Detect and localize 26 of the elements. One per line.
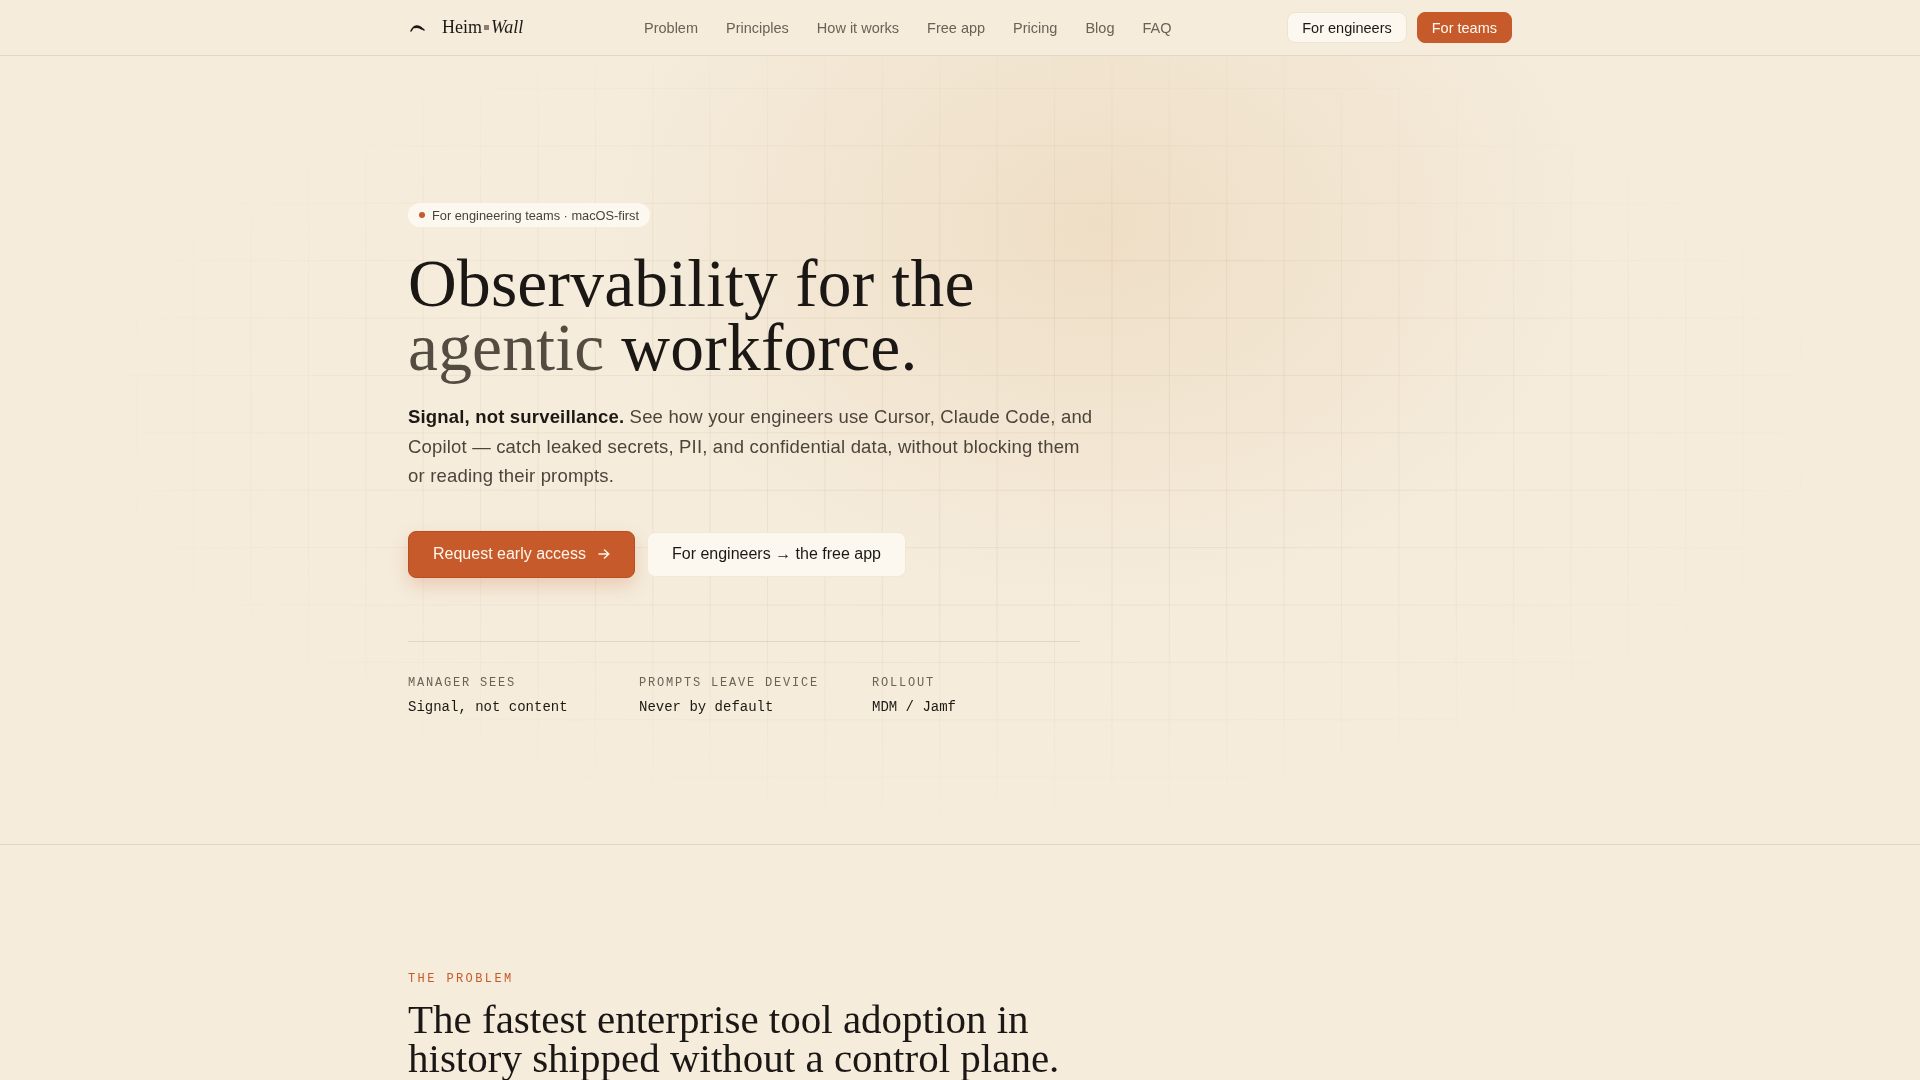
nav-link[interactable]: Free app [927, 19, 986, 36]
logo-text[interactable]: Wall [491, 17, 524, 38]
fact-label: PROMPTS LEAVE DEVICE [639, 675, 820, 690]
tag-label: For engineering teams · macOS-first [432, 207, 639, 223]
hero-description: Signal, not surveillance. See how your engineers use Cursor, Claude Code, and Copilot — catch leaked secrets, PII, and confidential data, without blocking them or reading their prompts. [408, 405, 1094, 488]
fact-label: ROLLOUT [872, 675, 935, 690]
fact-label: MANAGER SEES [408, 675, 516, 690]
fact-value: Never by default [639, 698, 774, 715]
nav-link[interactable]: Principles [726, 19, 789, 36]
free-app-button[interactable]: For engineers → the free app [646, 531, 906, 577]
arrow-right-icon [597, 549, 610, 559]
fact-value: MDM / Jamf [872, 698, 956, 715]
curved-chevron-icon [410, 23, 425, 32]
nav-link[interactable]: Pricing [1013, 19, 1058, 36]
section-eyebrow: THE PROBLEM [408, 972, 514, 986]
request-access-button[interactable]: Request early access [408, 530, 635, 578]
teams-button[interactable]: For teams [1416, 12, 1512, 43]
engineers-button[interactable]: For engineers [1287, 12, 1407, 43]
status-dot-icon [419, 212, 425, 218]
nav-link[interactable]: How it works [816, 19, 900, 36]
hero-heading: Observability for the agentic workforce. [408, 245, 975, 387]
logo-text[interactable]: Heim [442, 17, 482, 38]
fact-value: Signal, not content [408, 698, 568, 715]
nav-link[interactable]: Problem [644, 19, 698, 36]
nav-link[interactable]: FAQ [1142, 19, 1172, 36]
nav-link[interactable]: Blog [1085, 19, 1115, 36]
